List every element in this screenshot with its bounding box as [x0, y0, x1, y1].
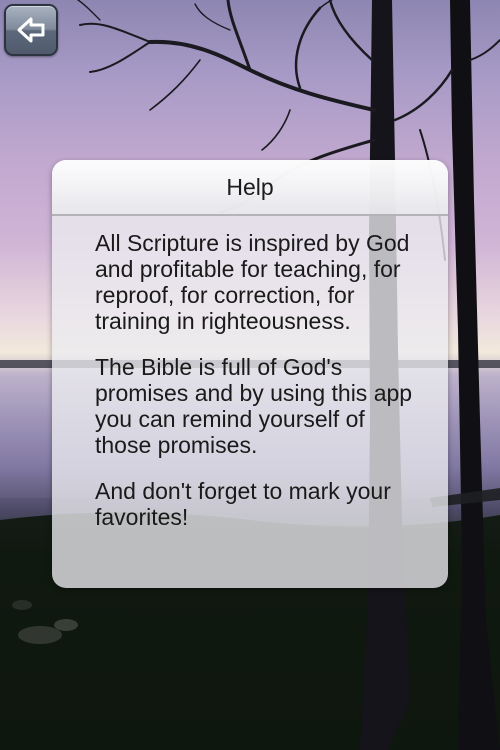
help-header: Help: [52, 160, 448, 216]
rock: [54, 619, 78, 631]
back-button[interactable]: [4, 4, 58, 56]
rock: [12, 600, 32, 610]
help-paragraph-favorites: And don't forget to mark your favorites!: [95, 478, 391, 530]
back-arrow-icon: [17, 17, 45, 43]
help-paragraph-promises: The Bible is full of God's promises and …: [95, 354, 413, 458]
app-screen: Help All Scripture is inspired by God an…: [0, 0, 500, 750]
rock: [18, 626, 62, 644]
help-body: All Scripture is inspired by God and pro…: [52, 216, 448, 530]
help-title: Help: [226, 173, 274, 200]
help-paragraph-scripture: All Scripture is inspired by God and pro…: [95, 230, 410, 334]
help-panel: Help All Scripture is inspired by God an…: [52, 160, 448, 588]
